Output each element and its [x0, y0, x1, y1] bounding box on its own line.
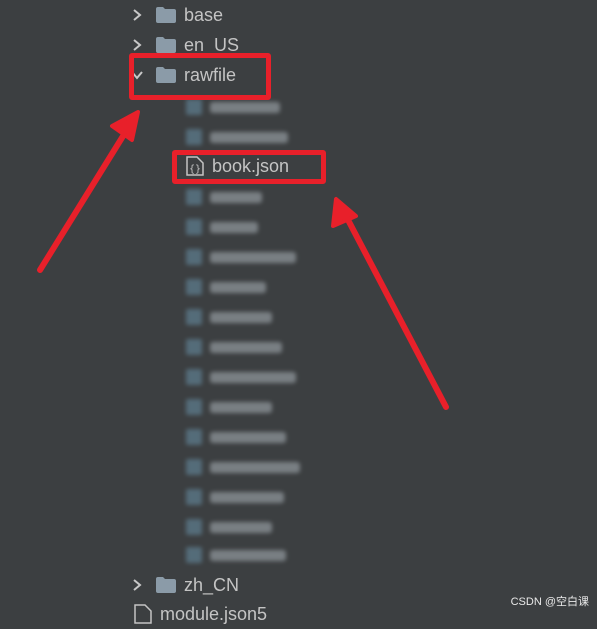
- watermark: CSDN @空白课: [510, 596, 589, 608]
- annotation-arrows: [37, 110, 449, 410]
- arrow-to-book-json: [331, 197, 449, 410]
- arrow-to-rawfile: [37, 110, 140, 273]
